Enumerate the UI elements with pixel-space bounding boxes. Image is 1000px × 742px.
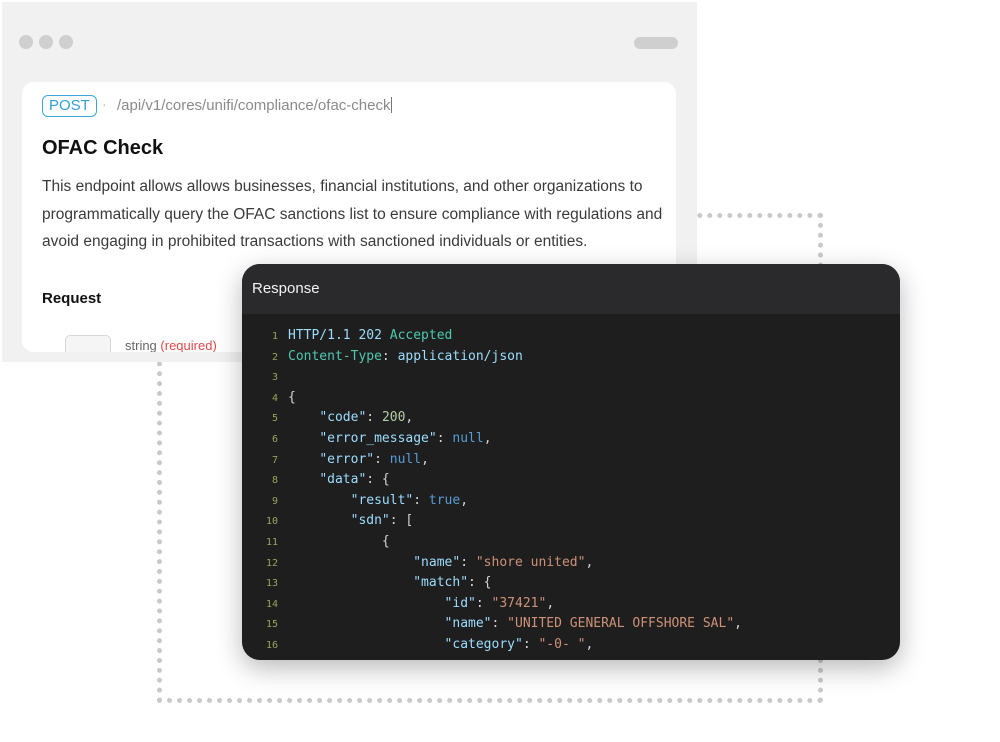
code-token: "data" (319, 472, 367, 488)
code-token: : (460, 554, 476, 570)
code-line: 2 Content-Type: application/json (242, 347, 900, 368)
code-token: application/json (397, 348, 523, 364)
line-number: 4 (271, 392, 278, 404)
code-token: : (413, 492, 429, 508)
response-code-block: 1 HTTP/1.1 202 Accepted 2 Content-Type: app… (242, 326, 900, 656)
param-type-chip (65, 335, 111, 352)
code-line: 13 "match": { (242, 573, 900, 594)
line-number: 10 (265, 516, 278, 528)
code-token: "result" (350, 492, 414, 508)
code-token: "UNITED GENERAL OFFSHORE SAL" (507, 616, 735, 632)
line-number: 11 (265, 536, 278, 548)
code-line: 5 "code": 200, (242, 408, 900, 429)
code-line: 3 (242, 367, 900, 388)
line-number: 5 (271, 413, 278, 425)
code-token: : (374, 451, 390, 467)
window-dot-icon (59, 35, 73, 49)
code-token: "error_message" (319, 430, 437, 446)
line-number: 9 (271, 495, 278, 507)
code-token: : { (468, 575, 492, 591)
param-row: string (required) (125, 338, 217, 352)
code-line: 15 "name": "UNITED GENERAL OFFSHORE SAL"… (242, 614, 900, 635)
line-number: 12 (265, 557, 278, 569)
code-token: , (546, 595, 555, 611)
code-token: true (428, 492, 461, 508)
code-token: "error" (319, 451, 375, 467)
code-line: 9 "result": true, (242, 491, 900, 512)
line-number: 2 (271, 351, 278, 363)
code-token: 200 (381, 410, 406, 426)
code-line: 4{ (242, 388, 900, 409)
line-number: 16 (265, 639, 278, 651)
code-line: 14 "id": "37421", (242, 594, 900, 615)
code-token: "name" (444, 616, 492, 632)
code-token: : (522, 636, 539, 652)
code-line: 6 "error_message": null, (242, 429, 900, 450)
code-token: : (366, 410, 382, 426)
code-line: 1 HTTP/1.1 202 Accepted (242, 326, 900, 347)
code-token: , (585, 636, 594, 652)
code-token: : (491, 616, 508, 632)
code-token: : (436, 430, 453, 446)
code-line: 7 "error": null, (242, 450, 900, 471)
window-dot-icon (19, 35, 33, 49)
code-line: 12 "name": "shore united", (242, 553, 900, 574)
line-number: 1 (271, 331, 278, 342)
code-token: { (288, 389, 296, 405)
code-token: null (389, 451, 422, 467)
code-token: "code" (319, 410, 367, 426)
line-number: 14 (265, 598, 278, 610)
response-title: Response (242, 264, 900, 314)
code-token: "sdn" (350, 513, 390, 529)
endpoint-separator: · (102, 96, 107, 112)
line-number: 15 (265, 619, 278, 631)
code-token: "id" (444, 595, 476, 611)
code-token: , (734, 616, 742, 632)
code-token: HTTP/1.1 202 (288, 328, 390, 343)
code-token: null (452, 430, 484, 446)
code-token: : (381, 348, 398, 364)
code-token: : [ (389, 513, 414, 529)
code-token: , (460, 492, 469, 508)
response-panel: Response 1 HTTP/1.1 202 Accepted 2 Content-… (242, 264, 900, 660)
code-token: , (585, 554, 594, 570)
code-token: , (483, 430, 492, 446)
code-token: "name" (413, 554, 461, 570)
window-pill-icon (634, 37, 678, 49)
request-heading: Request (42, 290, 102, 307)
endpoint-path[interactable]: /api/v1/cores/unifi/compliance/ofac-chec… (117, 97, 392, 114)
code-token: , (405, 410, 414, 426)
code-token: , (421, 451, 429, 467)
endpoint-description: This endpoint allows allows businesses, … (42, 178, 663, 250)
page-title: OFAC Check (42, 137, 164, 159)
code-token: "37421" (491, 595, 547, 611)
code-token: : (475, 595, 492, 611)
code-token: "category" (444, 636, 523, 652)
code-token: { (381, 533, 390, 549)
code-token: "shore united" (475, 554, 586, 570)
code-line: 16 "category": "-0- ", (242, 635, 900, 656)
code-token: "-0- " (538, 636, 586, 652)
line-number: 6 (271, 433, 278, 445)
param-name: string (125, 338, 157, 352)
code-token: Accepted (389, 328, 453, 343)
code-line: 10 "sdn": [ (242, 511, 900, 532)
line-number: 8 (271, 475, 278, 487)
line-number: 13 (265, 578, 278, 590)
code-line: 11 { (242, 532, 900, 553)
param-required: (required) (160, 338, 217, 352)
line-number: 7 (271, 454, 278, 466)
code-token: : { (366, 472, 390, 488)
code-token: Content-Type (288, 348, 382, 364)
line-number: 3 (271, 372, 278, 384)
method-badge: POST (42, 95, 97, 117)
code-line: 8 "data": { (242, 470, 900, 491)
code-token: "match" (413, 575, 469, 591)
window-dot-icon (39, 35, 53, 49)
